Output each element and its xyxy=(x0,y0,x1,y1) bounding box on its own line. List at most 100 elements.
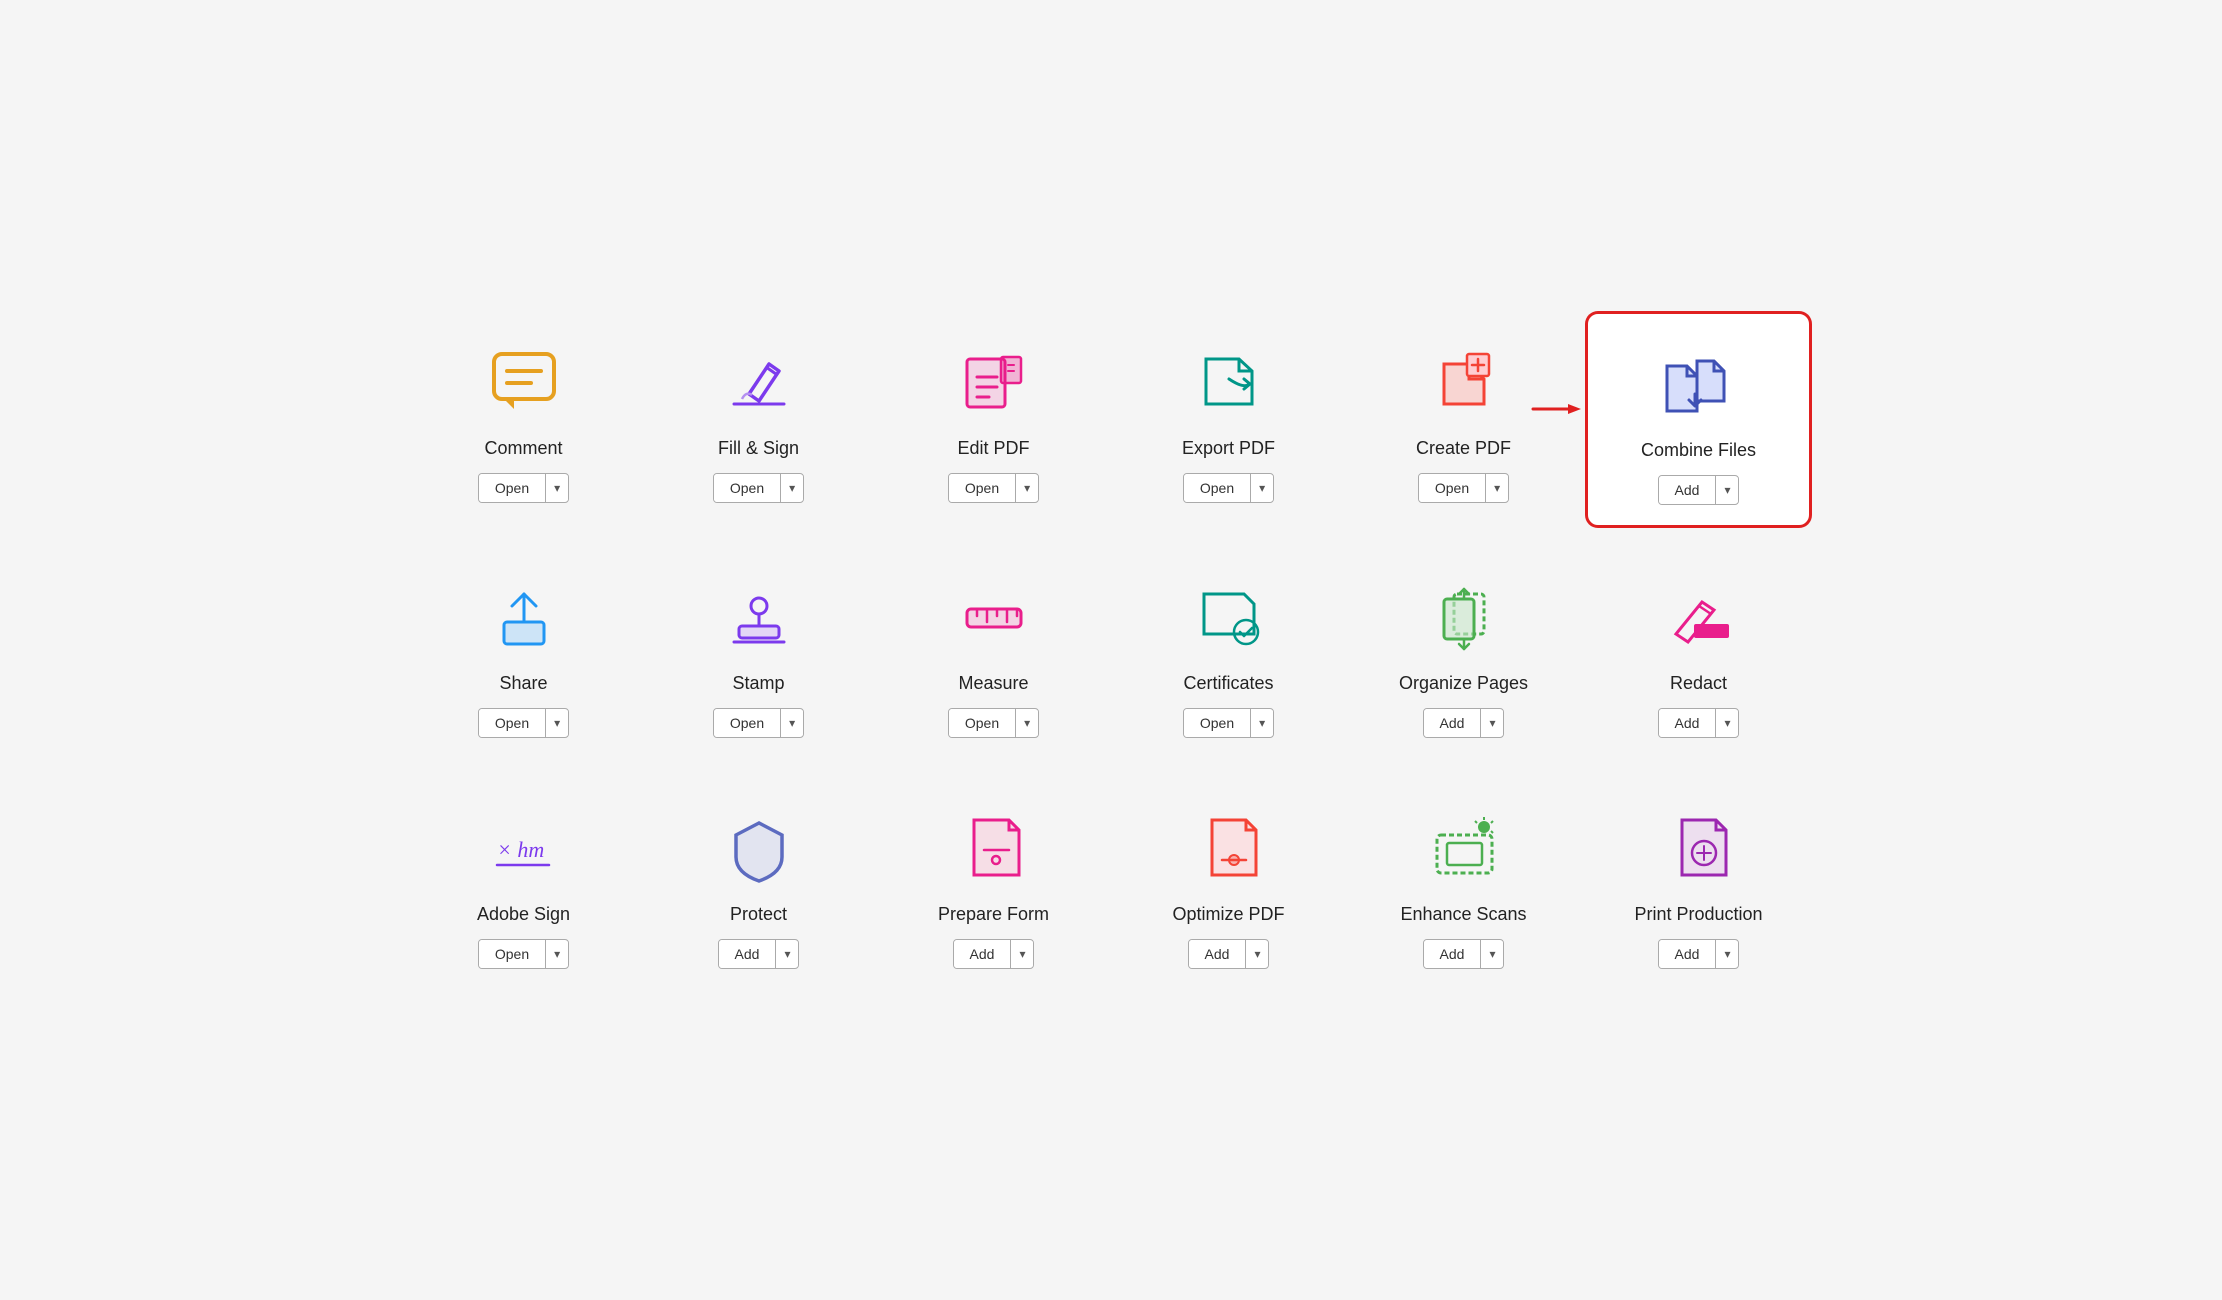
tool-card-organize-pages: Organize Pages Add▾ xyxy=(1351,547,1576,758)
measure-btn-main[interactable]: Open xyxy=(949,709,1016,737)
tool-card-edit-pdf: Edit PDF Open▾ xyxy=(881,312,1106,527)
export-pdf-label: Export PDF xyxy=(1182,438,1275,459)
fill-sign-label: Fill & Sign xyxy=(718,438,799,459)
print-production-btn-dropdown[interactable]: ▾ xyxy=(1716,941,1738,967)
certificates-btn-group: Open▾ xyxy=(1183,708,1274,738)
optimize-pdf-btn-main[interactable]: Add xyxy=(1189,940,1247,968)
prepare-form-icon xyxy=(954,808,1034,888)
export-pdf-btn-group: Open▾ xyxy=(1183,473,1274,503)
protect-btn-main[interactable]: Add xyxy=(719,940,777,968)
combine-files-btn-dropdown[interactable]: ▾ xyxy=(1716,477,1738,503)
edit-pdf-btn-group: Open▾ xyxy=(948,473,1039,503)
optimize-pdf-btn-dropdown[interactable]: ▾ xyxy=(1246,941,1268,967)
export-pdf-btn-main[interactable]: Open xyxy=(1184,474,1251,502)
combine-files-label: Combine Files xyxy=(1641,440,1756,461)
optimize-pdf-label: Optimize PDF xyxy=(1172,904,1284,925)
tool-card-measure: Measure Open▾ xyxy=(881,547,1106,758)
tool-card-share: Share Open▾ xyxy=(411,547,636,758)
edit-pdf-btn-main[interactable]: Open xyxy=(949,474,1016,502)
tool-card-redact: Redact Add▾ xyxy=(1586,547,1811,758)
adobe-sign-icon: × hm xyxy=(484,808,564,888)
certificates-icon xyxy=(1189,577,1269,657)
export-pdf-icon xyxy=(1189,342,1269,422)
organize-pages-btn-group: Add▾ xyxy=(1423,708,1505,738)
create-pdf-label: Create PDF xyxy=(1416,438,1511,459)
print-production-btn-main[interactable]: Add xyxy=(1659,940,1717,968)
combine-files-btn-group: Add▾ xyxy=(1658,475,1740,505)
prepare-form-btn-main[interactable]: Add xyxy=(954,940,1012,968)
tool-card-adobe-sign: × hm Adobe SignOpen▾ xyxy=(411,778,636,989)
organize-pages-btn-main[interactable]: Add xyxy=(1424,709,1482,737)
stamp-btn-main[interactable]: Open xyxy=(714,709,781,737)
edit-pdf-btn-dropdown[interactable]: ▾ xyxy=(1016,475,1038,501)
edit-pdf-label: Edit PDF xyxy=(957,438,1029,459)
enhance-scans-btn-dropdown[interactable]: ▾ xyxy=(1481,941,1503,967)
comment-label: Comment xyxy=(484,438,562,459)
fill-sign-btn-main[interactable]: Open xyxy=(714,474,781,502)
print-production-btn-group: Add▾ xyxy=(1658,939,1740,969)
tool-card-prepare-form: Prepare FormAdd▾ xyxy=(881,778,1106,989)
redact-label: Redact xyxy=(1670,673,1727,694)
tool-card-certificates: Certificates Open▾ xyxy=(1116,547,1341,758)
combine-files-btn-main[interactable]: Add xyxy=(1659,476,1717,504)
share-btn-dropdown[interactable]: ▾ xyxy=(546,710,568,736)
stamp-btn-dropdown[interactable]: ▾ xyxy=(781,710,803,736)
organize-pages-icon xyxy=(1424,577,1504,657)
measure-btn-dropdown[interactable]: ▾ xyxy=(1016,710,1038,736)
adobe-sign-btn-main[interactable]: Open xyxy=(479,940,546,968)
enhance-scans-label: Enhance Scans xyxy=(1400,904,1526,925)
stamp-label: Stamp xyxy=(732,673,784,694)
protect-icon xyxy=(719,808,799,888)
export-pdf-btn-dropdown[interactable]: ▾ xyxy=(1251,475,1273,501)
certificates-btn-main[interactable]: Open xyxy=(1184,709,1251,737)
fill-sign-btn-dropdown[interactable]: ▾ xyxy=(781,475,803,501)
comment-icon xyxy=(484,342,564,422)
create-pdf-btn-group: Open▾ xyxy=(1418,473,1509,503)
measure-btn-group: Open▾ xyxy=(948,708,1039,738)
tool-card-print-production: Print Production Add▾ xyxy=(1586,778,1811,989)
share-icon xyxy=(484,577,564,657)
share-label: Share xyxy=(499,673,547,694)
tool-card-enhance-scans: Enhance Scans Add▾ xyxy=(1351,778,1576,989)
comment-btn-group: Open▾ xyxy=(478,473,569,503)
print-production-label: Print Production xyxy=(1634,904,1762,925)
create-pdf-btn-main[interactable]: Open xyxy=(1419,474,1486,502)
prepare-form-btn-dropdown[interactable]: ▾ xyxy=(1011,941,1033,967)
enhance-scans-btn-main[interactable]: Add xyxy=(1424,940,1482,968)
optimize-pdf-icon xyxy=(1189,808,1269,888)
share-btn-main[interactable]: Open xyxy=(479,709,546,737)
tool-card-stamp: Stamp Open▾ xyxy=(646,547,871,758)
highlight-arrow xyxy=(1533,399,1583,424)
measure-icon xyxy=(954,577,1034,657)
certificates-btn-dropdown[interactable]: ▾ xyxy=(1251,710,1273,736)
comment-btn-main[interactable]: Open xyxy=(479,474,546,502)
edit-pdf-icon xyxy=(954,342,1034,422)
fill-sign-icon xyxy=(719,342,799,422)
stamp-icon xyxy=(719,577,799,657)
protect-btn-group: Add▾ xyxy=(718,939,800,969)
tool-card-comment: Comment Open▾ xyxy=(411,312,636,527)
organize-pages-label: Organize Pages xyxy=(1399,673,1528,694)
redact-btn-main[interactable]: Add xyxy=(1659,709,1717,737)
enhance-scans-icon xyxy=(1424,808,1504,888)
tools-grid: CommentOpen▾ Fill & SignOpen▾ Edit PDFOp… xyxy=(411,312,1811,989)
svg-text:× hm: × hm xyxy=(497,837,544,862)
print-production-icon xyxy=(1659,808,1739,888)
adobe-sign-btn-dropdown[interactable]: ▾ xyxy=(546,941,568,967)
tool-card-fill-sign: Fill & Sign Open▾ xyxy=(646,312,871,527)
organize-pages-btn-dropdown[interactable]: ▾ xyxy=(1481,710,1503,736)
adobe-sign-btn-group: Open▾ xyxy=(478,939,569,969)
protect-label: Protect xyxy=(730,904,787,925)
comment-btn-dropdown[interactable]: ▾ xyxy=(546,475,568,501)
redact-btn-dropdown[interactable]: ▾ xyxy=(1716,710,1738,736)
redact-btn-group: Add▾ xyxy=(1658,708,1740,738)
measure-label: Measure xyxy=(958,673,1028,694)
tool-card-optimize-pdf: Optimize PDF Add▾ xyxy=(1116,778,1341,989)
certificates-label: Certificates xyxy=(1183,673,1273,694)
protect-btn-dropdown[interactable]: ▾ xyxy=(776,941,798,967)
optimize-pdf-btn-group: Add▾ xyxy=(1188,939,1270,969)
fill-sign-btn-group: Open▾ xyxy=(713,473,804,503)
tool-card-export-pdf: Export PDF Open▾ xyxy=(1116,312,1341,527)
share-btn-group: Open▾ xyxy=(478,708,569,738)
create-pdf-btn-dropdown[interactable]: ▾ xyxy=(1486,475,1508,501)
